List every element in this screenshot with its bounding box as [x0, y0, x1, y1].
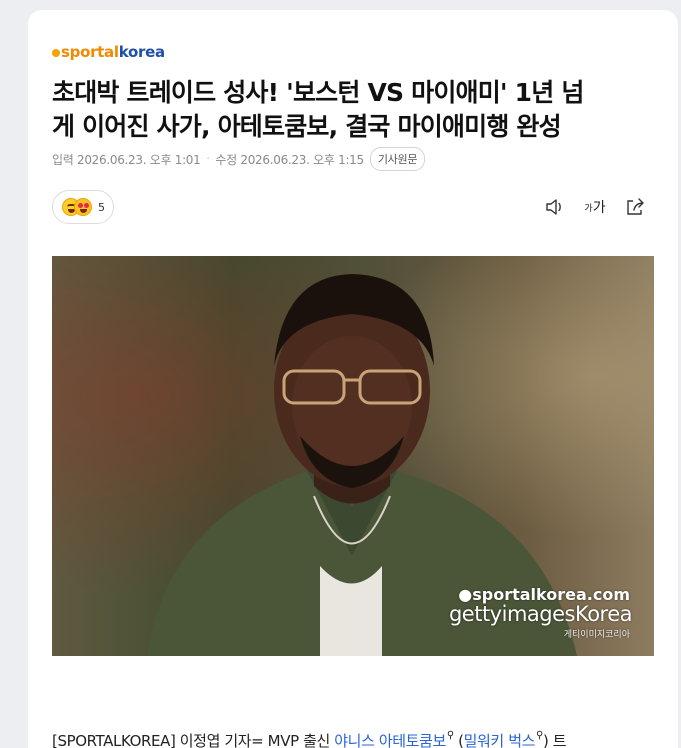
article-body-first-line: [SPORTALKOREA] 이정엽 기자= MVP 출신 야니스 아테토쿰보⚲…: [52, 730, 652, 748]
reaction-count: 5: [98, 200, 105, 214]
font-size-button[interactable]: 가가: [584, 196, 606, 218]
reaction-button[interactable]: 5: [52, 190, 114, 224]
heart-eyes-emoji-icon: [74, 198, 92, 216]
site-logo[interactable]: sportal korea: [52, 43, 165, 61]
modified-time: 2026.06.23. 오후 1:15: [240, 152, 364, 167]
body-prefix: [SPORTALKOREA] 이정엽 기자= MVP 출신: [52, 732, 335, 748]
font-size-big-glyph: 가: [592, 200, 606, 216]
published-label: 입력: [52, 152, 74, 167]
team-link[interactable]: 밀워키 벅스: [464, 732, 536, 748]
article-photo[interactable]: ●sportalkorea.com gettyimagesKorea 게티이미지…: [52, 256, 654, 656]
original-article-button[interactable]: 기사원문: [369, 147, 426, 171]
article-toolbar: 가가: [544, 196, 646, 218]
body-suffix: ) 트: [542, 732, 567, 748]
modified-label: 수정: [215, 152, 237, 167]
published-time: 2026.06.23. 오후 1:01: [77, 152, 201, 167]
speaker-icon[interactable]: [544, 196, 566, 218]
article-card: sportal korea 초대박 트레이드 성사! '보스턴 VS 마이애미' …: [28, 10, 678, 748]
logo-dot-icon: [52, 49, 60, 57]
meta-separator: ·: [206, 153, 210, 165]
watermark-getty: gettyimagesKorea: [448, 602, 633, 626]
headline-line-2: 게 이어진 사가, 아테토쿰보, 결국 마이애미행 완성: [52, 112, 562, 141]
article-meta: 입력 2026.06.23. 오후 1:01 · 수정 2026.06.23. …: [52, 147, 426, 171]
article-headline: 초대박 트레이드 성사! '보스턴 VS 마이애미' 1년 넘 게 이어진 사가…: [52, 76, 652, 144]
watermark-getty-korean: 게티이미지코리아: [563, 630, 630, 640]
player-link[interactable]: 야니스 아테토쿰보: [334, 732, 446, 748]
body-mid: (: [453, 732, 464, 748]
player-link-search-icon[interactable]: ⚲: [447, 730, 454, 741]
logo-text-korea: korea: [118, 43, 165, 61]
logo-text-sportal: sportal: [61, 43, 119, 61]
team-link-search-icon[interactable]: ⚲: [536, 730, 543, 741]
font-size-small-glyph: 가: [584, 203, 593, 214]
share-icon[interactable]: [624, 196, 646, 218]
headline-line-1: 초대박 트레이드 성사! '보스턴 VS 마이애미' 1년 넘: [52, 78, 584, 107]
